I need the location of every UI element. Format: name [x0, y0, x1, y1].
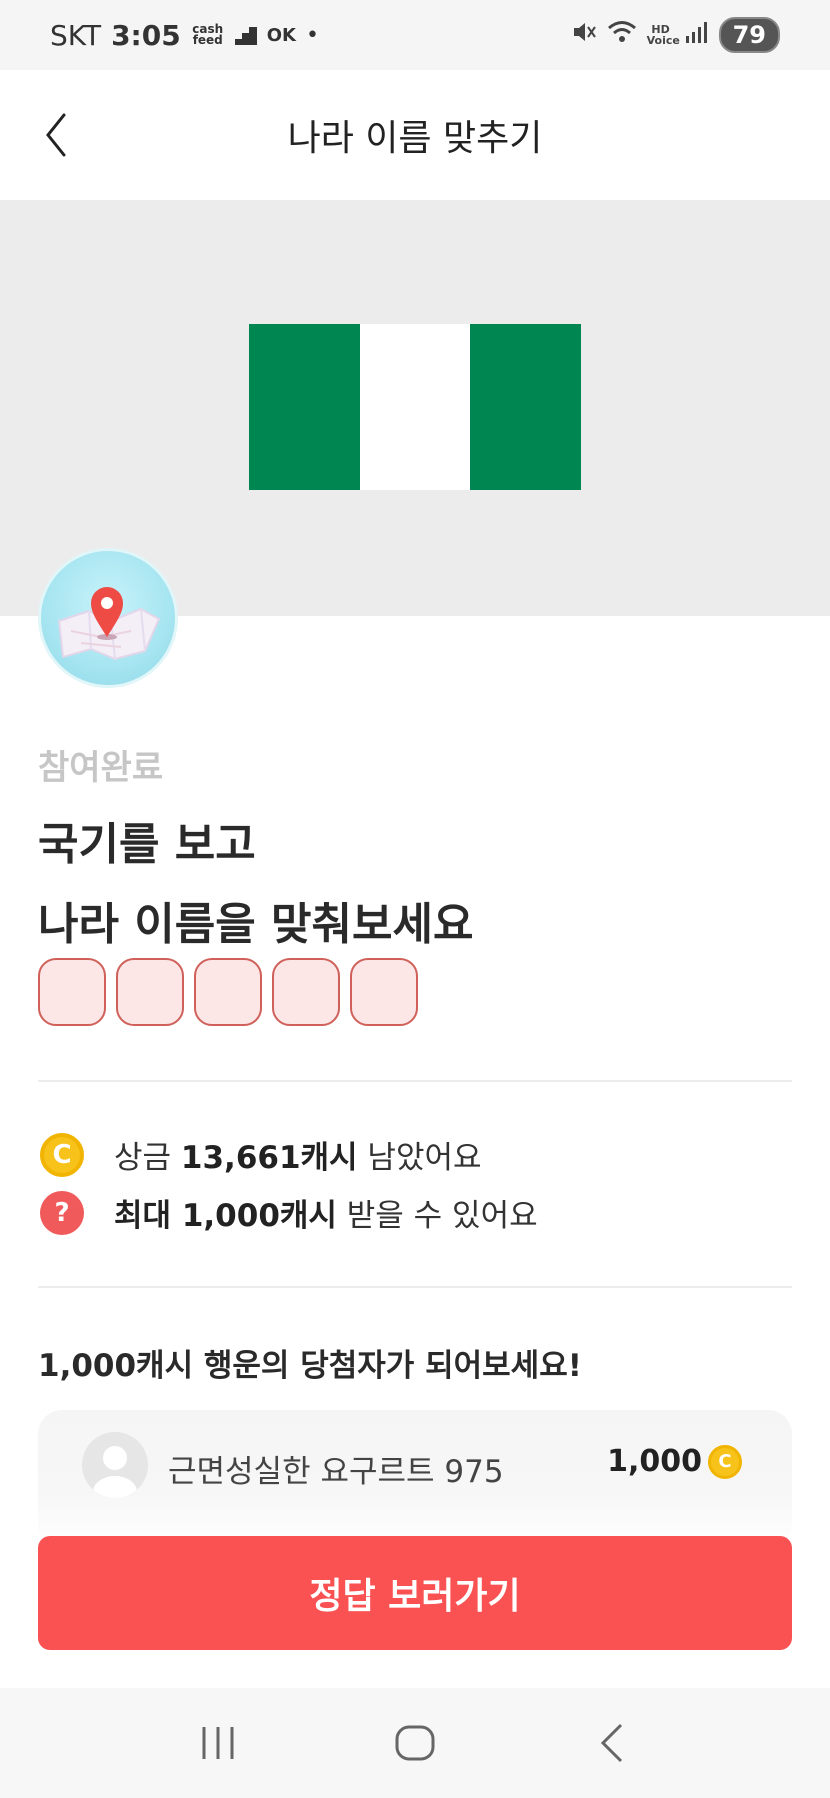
question-title-line2: 나라 이름을 맞춰보세요 — [38, 899, 474, 950]
home-icon — [395, 1725, 435, 1761]
back-arrow-icon — [600, 1723, 622, 1763]
flag-stripe-left — [249, 324, 360, 490]
chevron-left-icon — [46, 113, 66, 157]
clock: 3:05 — [111, 18, 181, 52]
status-bar: SKT 3:05 cash feed OK • HD Voice 79 — [0, 0, 830, 70]
max-reward-row: ? 최대 1,000캐시 받을 수 있어요 — [40, 1190, 538, 1235]
max-reward-suffix: 받을 수 있어요 — [336, 1198, 538, 1234]
stairs-icon — [234, 19, 257, 52]
cashfeed-icon: cash feed — [192, 22, 224, 47]
flag-stripe-center — [359, 324, 471, 490]
answer-slot[interactable] — [350, 958, 418, 1026]
quiz-thumbnail — [38, 548, 178, 688]
coin-icon: C — [708, 1444, 742, 1479]
hd-voice-icon: HD Voice — [646, 23, 680, 47]
answer-slot[interactable] — [194, 958, 262, 1026]
winner-name: 근면성실한 요구르트 975 — [168, 1454, 504, 1490]
system-back-button[interactable] — [582, 1713, 642, 1773]
app-header: 나라 이름 맞추기 — [0, 70, 830, 200]
notification-dot-icon: • — [305, 22, 319, 48]
home-button[interactable] — [385, 1713, 445, 1773]
signal-icon — [685, 20, 709, 50]
winner-amount: 1,000 C — [607, 1444, 742, 1479]
winner-amount-value: 1,000 — [607, 1444, 702, 1479]
system-nav-bar — [0, 1688, 830, 1798]
answer-slots — [38, 958, 418, 1026]
flag-stripe-right — [470, 324, 582, 490]
status-left: SKT 3:05 cash feed OK • — [50, 19, 319, 52]
winners-heading: 1,000캐시 행운의 당첨자가 되어보세요! — [38, 1348, 582, 1384]
recent-apps-button[interactable] — [188, 1713, 248, 1773]
ok-icon: OK — [266, 24, 296, 46]
user-icon — [93, 1446, 137, 1498]
map-pin-icon — [57, 587, 161, 661]
prize-remaining-row: C 상금 13,661캐시 남았어요 — [40, 1132, 482, 1177]
divider — [38, 1080, 792, 1082]
prize-amount: 13,661캐시 — [180, 1140, 358, 1176]
question-title-line1: 국기를 보고 — [38, 819, 256, 870]
participation-status: 참여완료 — [38, 748, 164, 788]
status-right: HD Voice 79 — [571, 17, 780, 53]
divider — [38, 1286, 792, 1288]
battery-indicator: 79 — [718, 17, 780, 53]
back-button[interactable] — [36, 110, 76, 160]
max-reward-amount: 최대 1,000캐시 — [114, 1198, 337, 1234]
mute-icon — [571, 19, 597, 51]
nigeria-flag-image — [249, 324, 582, 490]
answer-slot[interactable] — [38, 958, 106, 1026]
avatar — [82, 1432, 148, 1498]
prize-prefix: 상금 — [114, 1140, 181, 1176]
winner-list-item: 근면성실한 요구르트 975 1,000 C — [38, 1410, 792, 1550]
wifi-icon — [607, 19, 637, 51]
view-answer-button[interactable]: 정답 보러가기 — [38, 1536, 792, 1650]
recent-apps-icon — [202, 1727, 234, 1759]
question-icon: ? — [40, 1190, 84, 1235]
page-title: 나라 이름 맞추기 — [287, 118, 543, 159]
answer-slot[interactable] — [116, 958, 184, 1026]
coin-icon: C — [40, 1132, 84, 1177]
answer-slot[interactable] — [272, 958, 340, 1026]
prize-suffix: 남았어요 — [357, 1140, 482, 1176]
carrier-label: SKT — [50, 18, 102, 52]
